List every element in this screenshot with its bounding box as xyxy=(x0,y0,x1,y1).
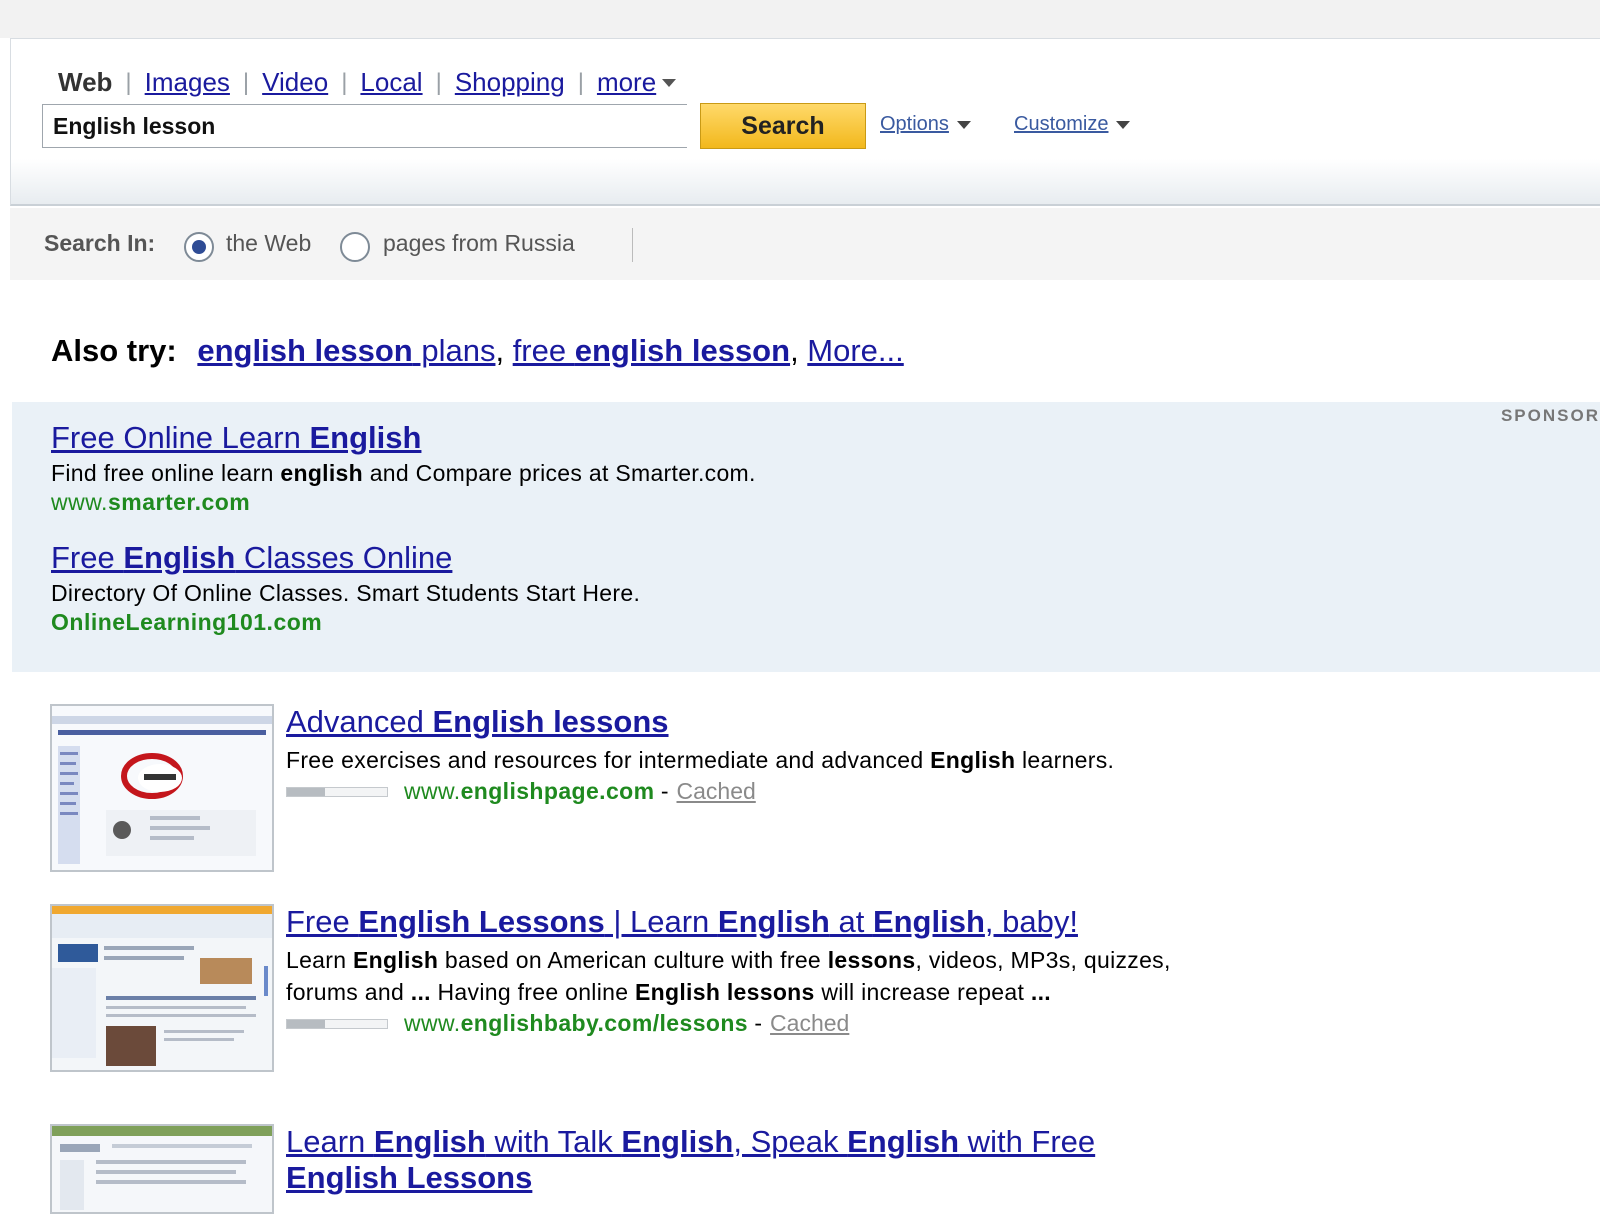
ad-description: Directory Of Online Classes. Smart Stude… xyxy=(51,580,641,606)
result-title: Free English Lessons | Learn English at … xyxy=(286,904,1186,940)
tab-web[interactable]: Web xyxy=(58,67,112,98)
options-menu[interactable]: Options xyxy=(880,113,971,136)
sponsored-results: SPONSOR Free Online Learn English Find f… xyxy=(12,402,1600,672)
also-try: Also try: english lesson plans, free eng… xyxy=(51,333,904,369)
chevron-down-icon[interactable] xyxy=(1116,120,1131,129)
ad-url[interactable]: www.smarter.com xyxy=(51,489,756,516)
relevance-bar xyxy=(286,1018,388,1029)
sponsored-ad: Free English Classes Online Directory Of… xyxy=(51,540,640,636)
result-thumbnail[interactable] xyxy=(50,1124,274,1214)
suggestion-link[interactable]: english lesson plans xyxy=(197,333,495,368)
page-preview-image xyxy=(52,706,272,870)
chevron-down-icon[interactable] xyxy=(662,78,677,87)
result-description: Learn English based on American culture … xyxy=(286,947,1171,1005)
result-url[interactable]: www.englishbaby.com/lessons xyxy=(404,1010,748,1037)
meta-separator: - xyxy=(654,778,669,804)
result-description: Free exercises and resources for interme… xyxy=(286,747,1115,773)
customize-menu[interactable]: Customize xyxy=(1014,113,1131,136)
search-header: Web | Images | Video | Local | Shopping … xyxy=(10,38,1600,206)
more-suggestions-link[interactable]: More... xyxy=(807,333,903,368)
result-title-link[interactable]: Free English Lessons | Learn English at … xyxy=(286,904,1078,939)
ad-title: Free English Classes Online xyxy=(51,540,640,576)
tab-shopping[interactable]: Shopping xyxy=(455,67,565,98)
tab-video[interactable]: Video xyxy=(262,67,328,98)
result-thumbnail[interactable] xyxy=(50,704,274,872)
ad-title-link[interactable]: Free Online Learn English xyxy=(51,420,421,455)
tab-separator: | xyxy=(242,68,250,96)
tab-local[interactable]: Local xyxy=(360,67,422,98)
result-body: Learn English with Talk English, Speak E… xyxy=(286,1124,1186,1196)
customize-label[interactable]: Customize xyxy=(1014,113,1108,135)
search-button[interactable]: Search xyxy=(700,103,866,149)
radio-label-the-web[interactable]: the Web xyxy=(226,230,311,257)
ad-description: Find free online learn english and Compa… xyxy=(51,460,756,486)
tab-separator: | xyxy=(125,68,132,96)
radio-pages-from-russia[interactable] xyxy=(340,232,370,262)
result-body: Free English Lessons | Learn English at … xyxy=(286,904,1186,1037)
also-try-label: Also try: xyxy=(51,333,177,368)
ad-title-link[interactable]: Free English Classes Online xyxy=(51,540,452,575)
options-label[interactable]: Options xyxy=(880,113,949,135)
divider xyxy=(632,228,633,262)
result-title-link[interactable]: Advanced English lessons xyxy=(286,704,669,739)
search-input[interactable] xyxy=(42,104,687,148)
sponsored-label: SPONSOR xyxy=(1500,406,1600,425)
tab-more[interactable]: more xyxy=(597,67,656,98)
radio-label-pages-from-russia[interactable]: pages from Russia xyxy=(383,230,575,257)
top-strip xyxy=(0,0,1600,38)
tab-separator: | xyxy=(435,68,442,96)
ad-url[interactable]: OnlineLearning101.com xyxy=(51,609,640,636)
suggestion-link[interactable]: free english lesson xyxy=(513,333,790,368)
vertical-tabs: Web | Images | Video | Local | Shopping … xyxy=(58,67,677,98)
result-title: Advanced English lessons xyxy=(286,704,1186,740)
chevron-down-icon[interactable] xyxy=(956,120,971,129)
result-body: Advanced English lessons Free exercises … xyxy=(286,704,1186,805)
result-title: Learn English with Talk English, Speak E… xyxy=(286,1124,1146,1196)
suggestion-separator: , xyxy=(790,333,808,368)
tab-separator: | xyxy=(341,68,348,96)
result-title-link[interactable]: Learn English with Talk English, Speak E… xyxy=(286,1124,1095,1195)
search-in-bar: Search In: the Web pages from Russia xyxy=(10,208,1600,280)
tab-images[interactable]: Images xyxy=(145,67,230,98)
result-meta: www.englishbaby.com/lessons - Cached xyxy=(286,1010,1186,1037)
result-url[interactable]: www.englishpage.com xyxy=(404,778,654,805)
radio-the-web[interactable] xyxy=(184,232,214,262)
result-meta: www.englishpage.com - Cached xyxy=(286,778,1186,805)
sponsored-ad: Free Online Learn English Find free onli… xyxy=(51,420,756,516)
ad-title: Free Online Learn English xyxy=(51,420,756,456)
cached-link[interactable]: Cached xyxy=(677,778,756,805)
result-thumbnail[interactable] xyxy=(50,904,274,1072)
cached-link[interactable]: Cached xyxy=(770,1010,849,1037)
page-preview-image xyxy=(52,1126,272,1212)
search-in-label: Search In: xyxy=(44,230,156,256)
page-preview-image xyxy=(52,906,272,1070)
meta-separator: - xyxy=(747,1010,763,1036)
tab-separator: | xyxy=(577,68,584,96)
suggestion-separator: , xyxy=(495,333,513,368)
relevance-bar xyxy=(286,786,388,797)
